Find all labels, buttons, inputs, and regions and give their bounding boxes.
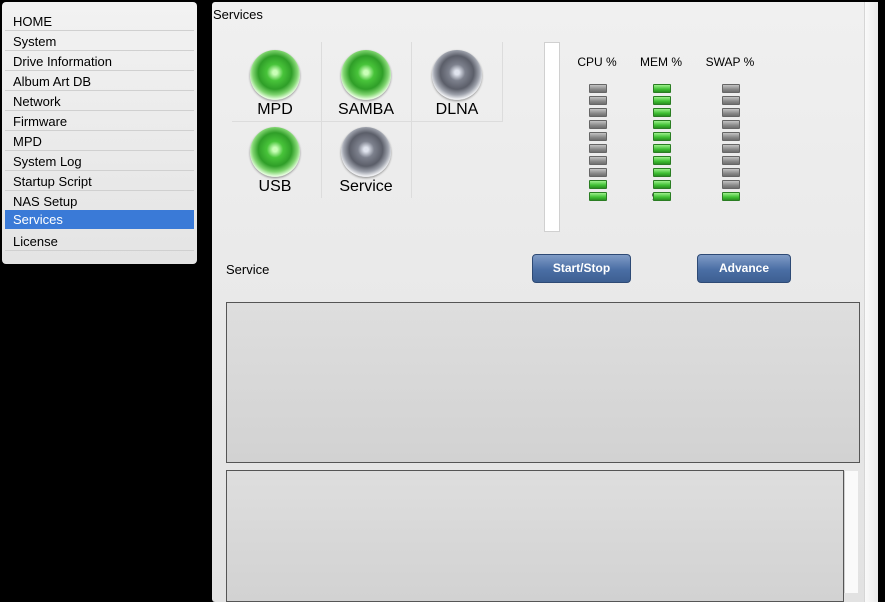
led-segment <box>722 192 740 201</box>
sidebar-item-mpd[interactable]: MPD <box>5 132 194 151</box>
sidebar-item-album-art-db[interactable]: Album Art DB <box>5 72 194 91</box>
led-segment <box>589 108 607 117</box>
led-segment <box>653 96 671 105</box>
led-segment <box>589 132 607 141</box>
led-segment <box>722 132 740 141</box>
sidebar-item-system-log[interactable]: System Log <box>5 152 194 171</box>
status-orb-icon <box>250 127 300 177</box>
led-segment <box>653 120 671 129</box>
led-segment <box>722 144 740 153</box>
sidebar-item-services[interactable]: Services <box>5 210 194 229</box>
led-segment <box>589 180 607 189</box>
service-label: USB <box>258 178 292 195</box>
led-segment <box>653 144 671 153</box>
service-log-panel <box>226 470 844 602</box>
sidebar-item-network[interactable]: Network <box>5 92 194 111</box>
led-segment <box>722 108 740 117</box>
led-segment <box>653 168 671 177</box>
sidebar-item-firmware[interactable]: Firmware <box>5 112 194 131</box>
sidebar-nav: HOME System Drive Information Album Art … <box>2 2 197 264</box>
led-segment <box>589 192 607 201</box>
service-label: Service <box>339 178 393 195</box>
led-segment <box>653 108 671 117</box>
led-segment <box>589 156 607 165</box>
sidebar-item-startup-script[interactable]: Startup Script <box>5 172 194 191</box>
sidebar-item-home[interactable]: HOME <box>5 12 194 31</box>
led-segment <box>653 132 671 141</box>
log-panel-scrollbar[interactable] <box>844 471 858 593</box>
led-segment <box>653 180 671 189</box>
status-orb-icon <box>341 127 391 177</box>
led-segment <box>722 120 740 129</box>
grid-divider <box>411 42 412 198</box>
led-segment <box>653 192 671 201</box>
led-segment <box>589 84 607 93</box>
led-segment <box>589 144 607 153</box>
led-segment <box>589 96 607 105</box>
sidebar-item-drive-information[interactable]: Drive Information <box>5 52 194 71</box>
led-segment <box>653 156 671 165</box>
service-label: MPD <box>257 101 293 118</box>
service-dlna[interactable]: DLNA <box>413 43 501 121</box>
status-orb-icon <box>341 50 391 100</box>
service-generic[interactable]: Service <box>322 120 410 198</box>
status-orb-icon <box>432 50 482 100</box>
led-segment <box>722 180 740 189</box>
service-samba[interactable]: SAMBA <box>322 43 410 121</box>
led-segment <box>589 120 607 129</box>
sidebar-item-license[interactable]: License <box>5 232 194 251</box>
led-segment <box>722 168 740 177</box>
service-info-panel <box>226 302 860 463</box>
cpu-meter-title: CPU % <box>577 55 617 69</box>
swap-meter-title: SWAP % <box>705 55 755 69</box>
led-segment <box>589 168 607 177</box>
selected-service-label: Service <box>226 262 270 277</box>
led-segment <box>653 84 671 93</box>
grid-divider <box>502 42 503 122</box>
start-stop-button[interactable]: Start/Stop <box>532 254 631 283</box>
status-orb-icon <box>250 50 300 100</box>
sidebar-item-nas-setup[interactable]: NAS Setup <box>5 192 194 211</box>
service-mpd[interactable]: MPD <box>231 43 319 121</box>
led-segment <box>722 96 740 105</box>
service-usb[interactable]: USB <box>231 120 319 198</box>
main-scrollbar[interactable] <box>864 2 878 602</box>
page-title: Services <box>213 7 263 22</box>
led-segment <box>722 84 740 93</box>
service-label: SAMBA <box>337 101 394 118</box>
meter-scrollbar[interactable] <box>544 42 560 232</box>
mem-meter-title: MEM % <box>640 55 682 69</box>
led-segment <box>722 156 740 165</box>
sidebar-item-system[interactable]: System <box>5 32 194 51</box>
service-label: DLNA <box>435 101 479 118</box>
advance-button[interactable]: Advance <box>697 254 791 283</box>
